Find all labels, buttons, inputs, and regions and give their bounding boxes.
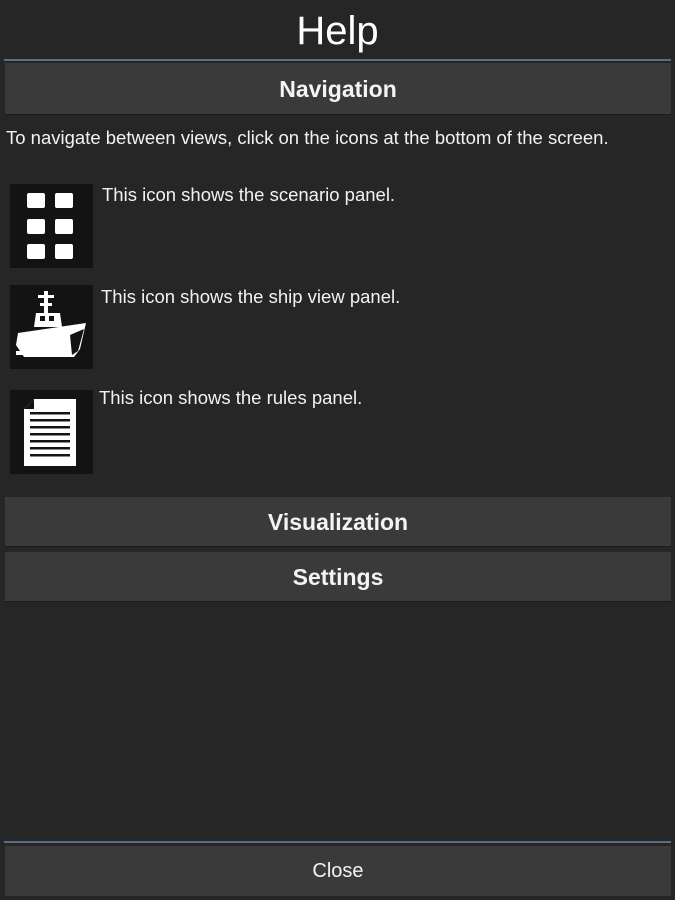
section-header-navigation[interactable]: Navigation	[5, 63, 671, 115]
navigation-intro-text: To navigate between views, click on the …	[6, 127, 609, 148]
section-header-settings[interactable]: Settings	[5, 552, 671, 602]
section-header-visualization[interactable]: Visualization	[5, 497, 671, 547]
scenario-icon-description: This icon shows the scenario panel.	[102, 184, 396, 205]
ship-icon	[10, 285, 93, 369]
close-button[interactable]: Close	[5, 846, 671, 896]
footer-divider	[4, 841, 671, 843]
title-divider	[4, 59, 671, 61]
document-icon	[10, 390, 93, 474]
ship-view-icon-description: This icon shows the ship view panel.	[101, 286, 401, 307]
grid-icon	[10, 184, 93, 268]
rules-icon-description: This icon shows the rules panel.	[99, 387, 363, 408]
dialog-title: Help	[296, 9, 379, 53]
